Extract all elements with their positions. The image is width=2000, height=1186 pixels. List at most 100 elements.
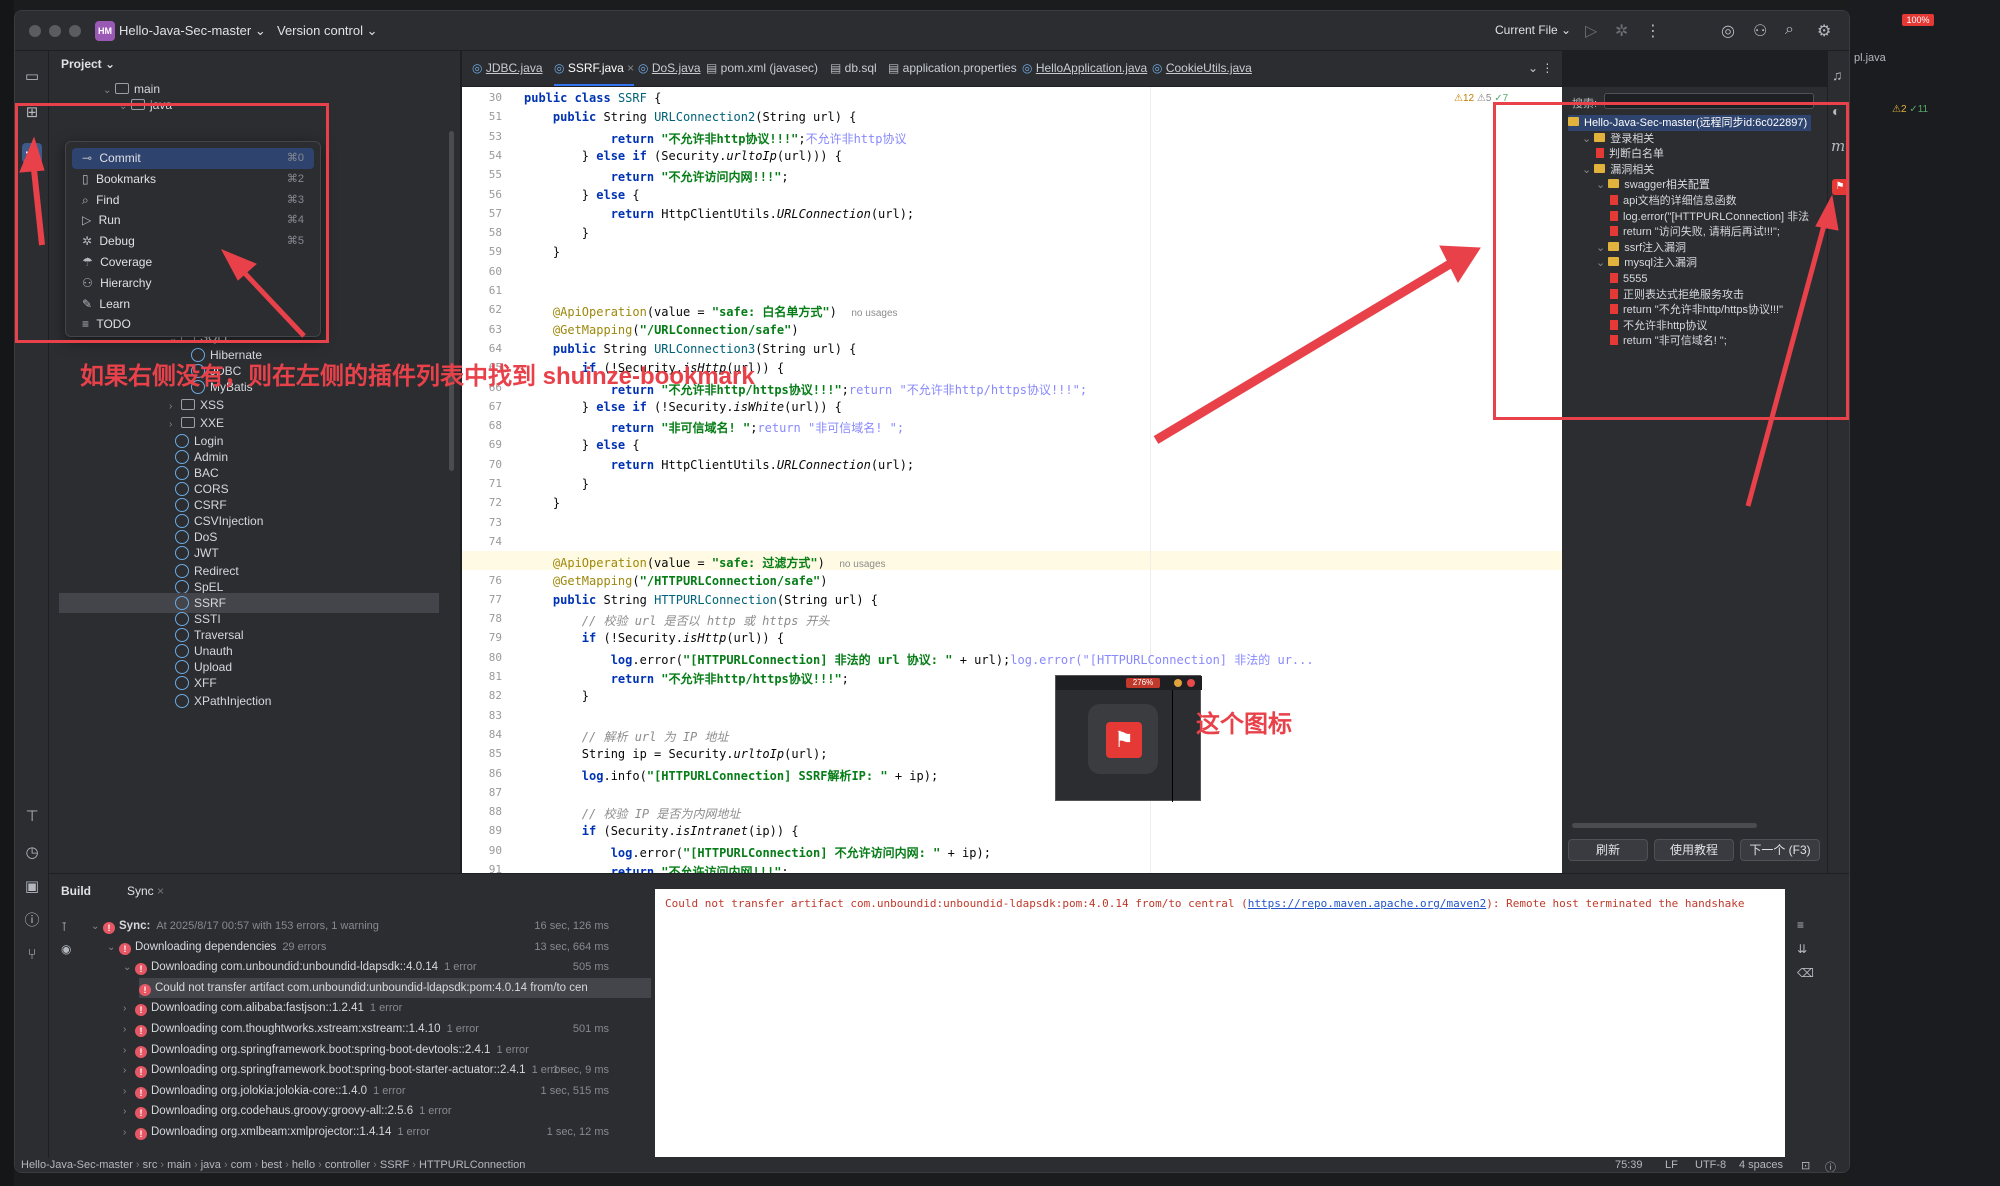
breadcrumb-item[interactable]: SSRF: [380, 1159, 409, 1171]
build-console-output[interactable]: Could not transfer artifact com.unboundi…: [655, 889, 1785, 1157]
breadcrumb-item[interactable]: src: [143, 1159, 158, 1171]
caret-icon[interactable]: ›: [123, 1061, 135, 1081]
caret-icon[interactable]: ⌄: [91, 917, 103, 937]
terminal-icon[interactable]: ⊤: [22, 807, 42, 827]
breadcrumb-separator: ›: [190, 1159, 201, 1171]
build-row[interactable]: ⌄! Downloading com.unboundid:unboundid-ld…: [123, 957, 476, 977]
ai-assistant-icon[interactable]: ◎: [1721, 21, 1735, 41]
tab-close-icon[interactable]: ×: [624, 61, 634, 75]
tree-class-item[interactable]: XFF: [175, 673, 217, 693]
breadcrumb-item[interactable]: best: [261, 1159, 282, 1171]
tab-jdbc-java[interactable]: ◎ JDBC.java: [472, 61, 543, 75]
build-row[interactable]: ! Could not transfer artifact com.unbound…: [139, 977, 651, 998]
breadcrumb-item[interactable]: HTTPURLConnection: [419, 1159, 525, 1171]
build-row[interactable]: ›! Downloading org.xmlbeam:xmlprojector::…: [123, 1122, 430, 1142]
tutorial-button[interactable]: 使用教程: [1654, 839, 1734, 861]
tab-db-sql[interactable]: ▤ db.sql: [830, 61, 877, 75]
caret-icon[interactable]: ›: [123, 1041, 135, 1061]
notifications-bell-icon[interactable]: ♫: [1832, 67, 1843, 83]
caret-icon[interactable]: ⌄: [123, 958, 135, 978]
tab-label: SSRF.java: [567, 61, 624, 75]
code-line: return HttpClientUtils.URLConnection(url…: [610, 206, 915, 221]
build-time: 1 sec, 12 ms: [546, 1126, 609, 1138]
run-config-selector[interactable]: Current File ⌄: [1495, 23, 1571, 37]
build-tab[interactable]: Build: [61, 884, 91, 898]
project-panel-title[interactable]: Project ⌄: [61, 57, 115, 71]
tabs-overflow-icon[interactable]: ⌄ ⋮: [1528, 61, 1553, 75]
build-label: Downloading dependencies: [135, 940, 277, 953]
lock-icon[interactable]: ⊡: [1801, 1159, 1810, 1172]
project-scrollbar[interactable]: [449, 131, 454, 471]
next-bookmark-button[interactable]: 下一个 (F3): [1740, 839, 1820, 861]
console-icon[interactable]: ▣: [22, 877, 42, 897]
console-link[interactable]: https://repo.maven.apache.org/maven2: [1248, 897, 1486, 910]
tree-class-item[interactable]: SSRF: [59, 593, 439, 613]
pin-icon[interactable]: ⊺: [61, 920, 67, 934]
caret-icon[interactable]: ›: [123, 1102, 135, 1122]
build-row[interactable]: ›! Downloading com.thoughtworks.xstream:x…: [123, 1019, 479, 1039]
tree-class-item[interactable]: XPathInjection: [175, 691, 271, 711]
run-icon[interactable]: ▷: [1585, 21, 1597, 41]
breadcrumb-item[interactable]: main: [167, 1159, 191, 1171]
status-bar: Hello-Java-Sec-master › src › main › jav…: [15, 1158, 1849, 1172]
line-separator[interactable]: LF: [1665, 1159, 1678, 1171]
scroll-end-icon[interactable]: ⇊: [1797, 942, 1807, 956]
services-icon[interactable]: ◷: [22, 843, 42, 863]
class-icon: [175, 434, 189, 448]
info-icon[interactable]: ⓘ: [1825, 1159, 1836, 1172]
bookmark-scrollbar[interactable]: [1572, 823, 1757, 828]
problems-icon[interactable]: ⓘ: [22, 911, 42, 931]
build-time: 16 sec, 126 ms: [534, 920, 609, 932]
caret-position[interactable]: 75:39: [1615, 1159, 1643, 1171]
indent-setting[interactable]: 4 spaces: [1739, 1159, 1783, 1171]
tab-pom-xml-javasec-[interactable]: ▤ pom.xml (javasec): [706, 61, 818, 75]
trash-icon[interactable]: ⌫: [1797, 966, 1814, 980]
project-folder-icon[interactable]: ▭: [22, 67, 42, 87]
tab-label: DoS.java: [651, 61, 701, 75]
tree-folder[interactable]: › XSS: [169, 395, 224, 415]
more-actions-icon[interactable]: ⋮: [1645, 21, 1661, 41]
build-row[interactable]: ›! Downloading org.jolokia:jolokia-core::…: [123, 1081, 405, 1101]
minimize-window-button[interactable]: [49, 25, 61, 37]
code-editor[interactable]: 30 51 53 54 55 56 57 58 59 60 61 62 63 64 65 66 67 68 69 70…: [462, 87, 1562, 879]
tab-ssrf-java[interactable]: ◎ SSRF.java ×: [554, 61, 635, 86]
search-icon[interactable]: ⌕: [1785, 21, 1794, 39]
build-row[interactable]: ⌄! Downloading dependencies 29 errors: [107, 937, 326, 957]
git-icon[interactable]: ⑂: [22, 945, 42, 965]
breadcrumb-item[interactable]: controller: [325, 1159, 370, 1171]
tree-label: XFF: [194, 676, 217, 690]
build-row[interactable]: ›! Downloading com.alibaba:fastjson::1.2.…: [123, 998, 402, 1018]
caret-icon[interactable]: ⌄: [107, 938, 119, 958]
tree-folder[interactable]: › XXE: [169, 413, 224, 433]
build-row[interactable]: ›! Downloading org.springframework.boot:s…: [123, 1040, 529, 1060]
wrap-icon[interactable]: ≡: [1797, 918, 1804, 932]
tab-helloapplication-java[interactable]: ◎ HelloApplication.java: [1022, 61, 1147, 75]
annotation-left-note: 如果右侧没有，则在左侧的插件列表中找到 shuinze-bookmark: [80, 363, 755, 390]
breadcrumb-item[interactable]: java: [201, 1159, 221, 1171]
caret-icon[interactable]: ›: [123, 1082, 135, 1102]
breadcrumb-item[interactable]: com: [231, 1159, 252, 1171]
close-window-button[interactable]: [29, 25, 41, 37]
project-switcher[interactable]: Hello-Java-Sec-master ⌄: [119, 23, 266, 39]
build-row[interactable]: ⌄! Sync: At 2025/8/17 00:57 with 153 error…: [91, 916, 379, 936]
caret-icon[interactable]: ›: [123, 1020, 135, 1040]
debug-icon[interactable]: ✲: [1615, 21, 1628, 41]
file-encoding[interactable]: UTF-8: [1695, 1159, 1726, 1171]
tab-application-properties[interactable]: ▤ application.properties: [888, 61, 1017, 75]
settings-gear-icon[interactable]: ⚙: [1817, 21, 1831, 41]
caret-icon[interactable]: ›: [123, 999, 135, 1019]
tab-dos-java[interactable]: ◎ DoS.java: [638, 61, 701, 75]
eye-icon[interactable]: ◉: [61, 942, 71, 956]
sync-tab[interactable]: Sync ×: [127, 884, 164, 898]
build-row[interactable]: ›! Downloading org.codehaus.groovy:groovy…: [123, 1101, 452, 1121]
tab-cookieutils-java[interactable]: ◎ CookieUtils.java: [1152, 61, 1252, 75]
caret-icon[interactable]: ›: [123, 1123, 135, 1143]
refresh-button[interactable]: 刷新: [1568, 839, 1648, 861]
tree-class-item[interactable]: JWT: [175, 543, 219, 563]
add-user-icon[interactable]: ⚇: [1753, 21, 1767, 41]
version-control-menu[interactable]: Version control ⌄: [277, 23, 378, 39]
zoom-window-button[interactable]: [69, 25, 81, 37]
breadcrumb-item[interactable]: Hello-Java-Sec-master: [21, 1159, 133, 1171]
tree-caret-icon[interactable]: ⌄: [103, 81, 115, 101]
breadcrumb-item[interactable]: hello: [292, 1159, 315, 1171]
